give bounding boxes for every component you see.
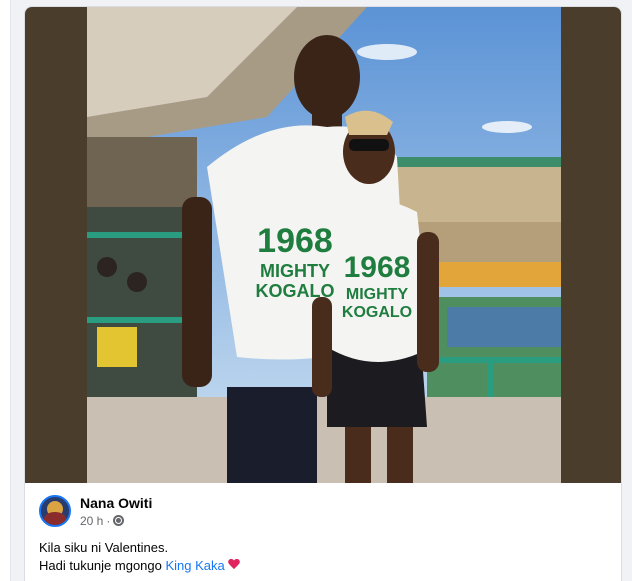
left-panel-edge bbox=[0, 0, 11, 581]
post-text-line2: Hadi tukunje mgongo King Kaka bbox=[39, 557, 240, 575]
meta-separator: · bbox=[106, 513, 111, 528]
post-text: Kila siku ni Valentines. Hadi tukunje mg… bbox=[39, 539, 240, 575]
woman-shirt-print-top: 1968 bbox=[344, 251, 411, 284]
post-card: 1968 MIGHTY KOGALO 1968 MIGHTY KOGALO Na… bbox=[24, 6, 622, 581]
tagged-user-link[interactable]: King Kaka bbox=[165, 558, 224, 573]
woman-shirt-print-line1: MIGHTY bbox=[346, 286, 409, 303]
page: 1968 MIGHTY KOGALO 1968 MIGHTY KOGALO Na… bbox=[0, 0, 632, 581]
globe-icon[interactable] bbox=[113, 515, 125, 526]
man-shirt-print-line2: KOGALO bbox=[256, 281, 335, 301]
avatar[interactable] bbox=[39, 495, 71, 527]
man-shirt-print-line1: MIGHTY bbox=[260, 261, 330, 281]
post-author-row: Nana Owiti 20 h · bbox=[39, 493, 152, 529]
post-text-line1: Kila siku ni Valentines. bbox=[39, 540, 169, 555]
post-meta-line: 20 h · bbox=[80, 513, 152, 529]
author-meta: Nana Owiti 20 h · bbox=[80, 494, 152, 529]
post-photo-frame[interactable]: 1968 MIGHTY KOGALO 1968 MIGHTY KOGALO bbox=[25, 7, 621, 483]
heart-icon bbox=[228, 559, 240, 571]
woman-shirt-print-line2: KOGALO bbox=[342, 304, 412, 321]
post-photo[interactable]: 1968 MIGHTY KOGALO 1968 MIGHTY KOGALO bbox=[87, 7, 561, 483]
author-name[interactable]: Nana Owiti bbox=[80, 494, 152, 512]
post-timestamp[interactable]: 20 h bbox=[80, 513, 103, 529]
post-text-line2-prefix: Hadi tukunje mgongo bbox=[39, 558, 166, 573]
man-shirt-print-top: 1968 bbox=[257, 222, 333, 260]
